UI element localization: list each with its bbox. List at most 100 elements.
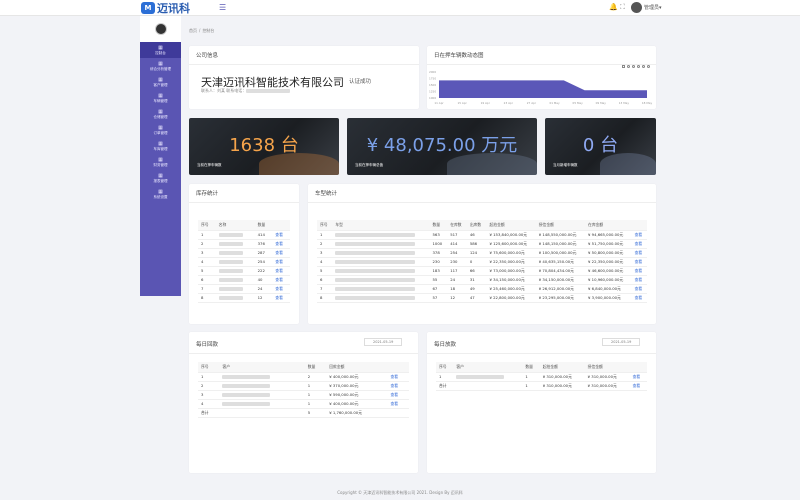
table-cell: 2 xyxy=(201,383,204,388)
x-tick-label: 27 Apr xyxy=(527,101,537,105)
blurred-name xyxy=(218,242,243,246)
sidebar-item[interactable]: ▦ 车库管理 xyxy=(140,138,181,154)
table-cell: 230 xyxy=(432,259,440,264)
table-cell: ¥ 50,800,000.00元 xyxy=(588,249,624,255)
table-cell: 3 xyxy=(201,250,204,255)
table-cell xyxy=(332,293,429,302)
table-cell: ¥ 40,635,150.00元 xyxy=(538,258,574,264)
sidebar-item[interactable]: ▦ 综合分析管理 xyxy=(140,58,181,74)
y-tick-label: 1250 xyxy=(429,90,436,94)
view-link[interactable]: 查看 xyxy=(632,284,647,293)
sidebar-avatar[interactable] xyxy=(154,23,167,35)
table-cell: ¥ 153,840,000.00元 xyxy=(489,231,528,237)
view-link[interactable]: 查看 xyxy=(632,266,647,275)
view-link[interactable]: 查看 xyxy=(388,381,409,390)
table-cell xyxy=(219,381,304,390)
model-card: 车型统计 序号 车型 数量 在库数 出库数 起拍金额 授信金额 在库金额 1 563 517 46 ¥… xyxy=(308,184,656,324)
table-cell: ¥ 1,760,000.00元 xyxy=(329,409,363,415)
view-link[interactable]: 查看 xyxy=(388,372,409,381)
table-cell: ¥ 22,350,000.00元 xyxy=(489,258,525,264)
view-link[interactable]: 查看 xyxy=(632,248,647,257)
table-cell: 1 xyxy=(439,374,442,379)
table-cell: 254 xyxy=(257,259,265,264)
table-cell: 563 xyxy=(432,232,440,237)
logo-mark-icon: M xyxy=(141,2,155,14)
column-header: 授信金额 xyxy=(584,362,630,372)
sidebar-item[interactable]: ▦ 车辆管理 xyxy=(140,90,181,106)
view-link[interactable]: 查看 xyxy=(632,230,647,239)
table-row: 2 1 ¥ 370,000.00元 查看 xyxy=(198,381,409,390)
daily-loan-date-input[interactable]: 2021-05-19 xyxy=(602,338,641,346)
view-link[interactable]: 查看 xyxy=(272,284,290,293)
breadcrumb-home[interactable]: 首页 xyxy=(189,28,197,33)
view-link[interactable]: 查看 xyxy=(632,275,647,284)
company-card: 公司信息 天津迈讯科智能技术有限公司 认证成功 联系人：刘某 联系电话： xyxy=(189,46,419,109)
column-header: 回款金额 xyxy=(326,362,388,372)
sidebar-item-label: 报表管理 xyxy=(153,178,168,183)
x-tick-label: 01 May xyxy=(549,101,560,105)
daily-payment-date-input[interactable]: 2021-05-19 xyxy=(364,338,403,346)
view-link[interactable]: 查看 xyxy=(272,275,290,284)
view-link[interactable]: 查看 xyxy=(632,239,647,248)
table-cell: ¥ 590,000.00元 xyxy=(329,391,359,397)
table-cell: 46 xyxy=(469,232,475,237)
user-avatar[interactable] xyxy=(631,2,642,13)
column-header: 在库金额 xyxy=(585,220,632,230)
company-contact: 联系人：刘某 联系电话： xyxy=(201,88,291,94)
view-link[interactable]: 查看 xyxy=(630,381,647,390)
view-link[interactable]: 查看 xyxy=(272,248,290,257)
table-row: 6 40 查看 xyxy=(198,275,290,284)
table-cell: ¥ 400,000.00元 xyxy=(329,400,359,406)
table-cell: 4 xyxy=(320,259,323,264)
column-header: 序号 xyxy=(198,362,220,372)
sidebar-item[interactable]: ▦ 订单管理 xyxy=(140,122,181,138)
blurred-name xyxy=(335,296,416,300)
y-tick-label: 1500 xyxy=(429,83,436,87)
logo[interactable]: M 迈讯科 xyxy=(141,1,190,15)
bell-icon[interactable]: 🔔 xyxy=(609,3,618,11)
sidebar-item[interactable]: ▦ 系统设置 xyxy=(140,186,181,202)
view-link[interactable]: 查看 xyxy=(272,257,290,266)
top-bar: M 迈讯科 ☰ 🔔 ⛶ 管理员▾ xyxy=(0,0,800,16)
view-link[interactable]: 查看 xyxy=(388,399,409,408)
blurred-name xyxy=(335,287,416,291)
daily-loan-card: 每日放款 2021-05-19 序号 客户 数量 起拍金额 授信金额 1 1 ¥ 310,0… xyxy=(427,332,656,473)
table-cell: 4 xyxy=(201,259,204,264)
user-menu[interactable]: 管理员▾ xyxy=(644,4,662,11)
blurred-name xyxy=(335,242,416,246)
blurred-name xyxy=(218,269,243,273)
table-cell: 7 xyxy=(320,286,323,291)
logo-text: 迈讯科 xyxy=(157,2,190,15)
view-link[interactable]: 查看 xyxy=(632,257,647,266)
menu-icon[interactable]: ☰ xyxy=(219,3,226,12)
sidebar-item-label: 客户管理 xyxy=(153,82,168,87)
fullscreen-icon[interactable]: ⛶ xyxy=(620,3,625,12)
view-link[interactable]: 查看 xyxy=(272,230,290,239)
table-row: 合计 1 ¥ 310,000.00元 ¥ 310,000.00元 查看 xyxy=(436,381,647,390)
view-link[interactable]: 查看 xyxy=(272,266,290,275)
table-cell: 376 xyxy=(257,241,265,246)
sidebar-item-label: 车库管理 xyxy=(153,146,168,151)
view-link[interactable]: 查看 xyxy=(632,293,647,302)
column-header xyxy=(629,362,647,372)
sidebar-item[interactable]: ▦ 报表管理 xyxy=(140,170,181,186)
table-cell: 24 xyxy=(450,277,456,282)
table-cell xyxy=(219,390,304,399)
sidebar-item[interactable]: ▦ 仓储管理 xyxy=(140,106,181,122)
trend-card-title: 日在押车辆数动态图 xyxy=(427,46,656,65)
table-cell: 55 xyxy=(432,277,438,282)
table-cell: 6 xyxy=(320,277,323,282)
table-cell: 2 xyxy=(320,241,323,246)
table-cell xyxy=(388,408,409,417)
view-link[interactable]: 查看 xyxy=(630,372,647,381)
sidebar-item[interactable]: ▦ 控制台 xyxy=(140,42,181,58)
sidebar-item[interactable]: ▦ 财务管理 xyxy=(140,154,181,170)
stock-card: 库存统计 序号 名称 数量 1 414 查看 2 376 查看 3 287 查看 4 254 查看 5 222… xyxy=(189,184,299,324)
column-header: 名称 xyxy=(215,220,255,230)
table-cell xyxy=(216,293,255,302)
column-header: 数量 xyxy=(522,362,540,372)
view-link[interactable]: 查看 xyxy=(388,390,409,399)
view-link[interactable]: 查看 xyxy=(272,239,290,248)
sidebar-item[interactable]: ▦ 客户管理 xyxy=(140,74,181,90)
view-link[interactable]: 查看 xyxy=(272,293,290,302)
